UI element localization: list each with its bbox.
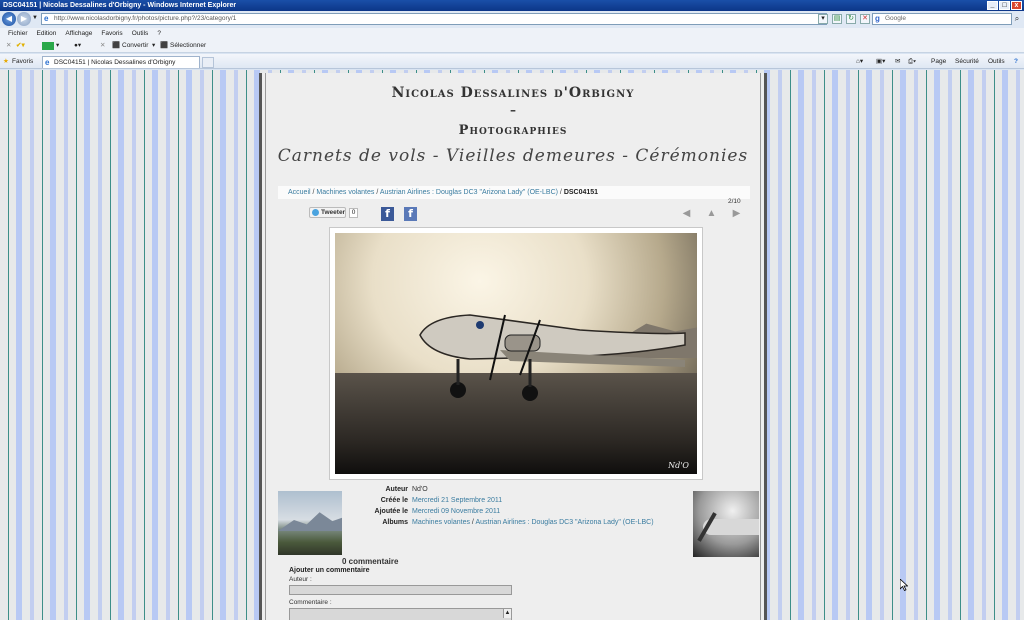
browser-tab[interactable]: e DSC04151 | Nicolas Dessalines d'Orbign… <box>42 56 200 68</box>
site-tagline: Carnets de vols - Vieilles demeures - Cé… <box>277 146 749 166</box>
content-panel: Nicolas Dessalines d'Orbigny – Photograp… <box>259 73 767 620</box>
author-field-label: Auteur : <box>289 576 312 583</box>
select-icon: ⬛ <box>160 42 169 49</box>
tab-title: DSC04151 | Nicolas Dessalines d'Orbigny <box>54 59 176 66</box>
albums-label: Albums <box>382 519 408 526</box>
close-toolbar-icon-2[interactable]: ✕ <box>100 39 105 53</box>
photo-signature: Nd'O <box>668 461 689 470</box>
plugin-icon[interactable]: ●▾ <box>74 39 81 53</box>
select-button[interactable]: Sélectionner <box>170 39 206 53</box>
page-viewport: Nicolas Dessalines d'Orbigny – Photograp… <box>0 70 1024 620</box>
comment-textarea[interactable]: ▲ <box>289 608 512 620</box>
next-photo-thumbnail[interactable] <box>693 491 759 557</box>
next-icon[interactable]: ▶ <box>731 208 742 219</box>
home-icon[interactable]: ⌂▾ <box>856 54 863 69</box>
album-link-1[interactable]: Machines volantes <box>412 519 470 526</box>
main-photo-frame: Nd'O <box>329 227 703 480</box>
stop-icon[interactable]: ✕ <box>860 14 870 24</box>
google-icon: g <box>875 14 880 23</box>
site-subtitle: Photographies <box>458 123 568 138</box>
close-button[interactable]: x <box>1011 1 1022 10</box>
image-counter: 2/10 <box>728 198 741 205</box>
search-icon[interactable]: ⌕ <box>1012 14 1022 24</box>
menu-affichage[interactable]: Affichage <box>65 28 92 39</box>
breadcrumb-current: DSC04151 <box>563 189 599 196</box>
tweet-button[interactable]: Tweeter <box>309 207 346 218</box>
breadcrumb-album[interactable]: Austrian Airlines : Douglas DC3 "Arizona… <box>380 189 558 196</box>
facebook-like-icon[interactable]: f <box>404 207 417 221</box>
scroll-up-arrow[interactable]: ▲ <box>503 609 511 618</box>
breadcrumb-category[interactable]: Machines volantes <box>316 189 374 196</box>
convert-button[interactable]: Convertir <box>122 39 148 53</box>
refresh-icon[interactable]: ↻ <box>846 14 856 24</box>
favorites-star-icon[interactable]: ★ <box>3 54 9 69</box>
author-label: Auteur <box>385 486 408 493</box>
site-title[interactable]: Nicolas Dessalines d'Orbigny <box>266 85 760 101</box>
forward-button[interactable]: ▶ <box>17 12 31 26</box>
address-bar[interactable]: e http://www.nicolasdorbigny.fr/photos/p… <box>41 13 827 25</box>
ie-page-icon: e <box>44 14 49 23</box>
author-input[interactable] <box>289 585 512 595</box>
search-input[interactable]: g Google <box>872 13 1012 25</box>
compat-view-icon[interactable]: ▤ <box>832 14 842 24</box>
previous-icon[interactable]: ◀ <box>681 208 692 219</box>
breadcrumb-home[interactable]: Accueil <box>288 189 311 196</box>
favorites-bar: ★ Favoris e DSC04151 | Nicolas Dessaline… <box>0 54 1024 69</box>
menu-favoris[interactable]: Favoris <box>101 28 122 39</box>
comment-field-label: Commentaire : <box>289 599 332 606</box>
mail-icon[interactable]: ✉ <box>895 54 900 69</box>
breadcrumb: Accueil / Machines volantes / Austrian A… <box>278 186 750 199</box>
created-label: Créée le <box>380 497 408 504</box>
previous-photo-thumbnail[interactable] <box>278 491 342 555</box>
created-date-link[interactable]: Mercredi 21 Septembre 2011 <box>412 497 502 504</box>
menu-edition[interactable]: Edition <box>37 28 57 39</box>
title-dash: – <box>510 103 516 117</box>
twitter-bird-icon <box>312 209 319 216</box>
add-comment-heading: Ajouter un commentaire <box>289 567 370 574</box>
minimize-button[interactable]: _ <box>987 1 998 10</box>
menu-help[interactable]: ? <box>157 28 161 39</box>
menu-bar: Fichier Edition Affichage Favoris Outils… <box>0 28 1024 39</box>
comment-count: 0 commentaire <box>342 557 399 566</box>
addon-dropdown-icon[interactable]: ▾ <box>56 39 59 53</box>
address-dropdown-button[interactable]: ▾ <box>818 14 828 24</box>
check-icon[interactable]: ✔▾ <box>16 39 25 53</box>
security-menu[interactable]: Sécurité <box>955 54 979 69</box>
command-bar: ✕ ✔▾ ▾ ●▾ ✕ ⬛ Convertir ▾ ⬛ Sélectionner <box>0 39 1024 53</box>
back-button[interactable]: ◀ <box>2 12 16 26</box>
menu-fichier[interactable]: Fichier <box>8 28 28 39</box>
maximize-button[interactable]: □ <box>999 1 1010 10</box>
help-icon[interactable]: ? <box>1014 54 1018 69</box>
address-url: http://www.nicolasdorbigny.fr/photos/pic… <box>54 15 237 22</box>
dc3-airplane-image <box>419 314 686 401</box>
address-toolbar: ◀ ▶ ▼ e http://www.nicolasdorbigny.fr/ph… <box>0 11 1024 28</box>
close-toolbar-icon[interactable]: ✕ <box>6 39 11 53</box>
page-menu[interactable]: Page <box>931 54 946 69</box>
print-icon[interactable]: ⎙▾ <box>908 54 916 69</box>
mouse-cursor-icon <box>900 579 908 591</box>
favorites-button[interactable]: Favoris <box>12 54 33 69</box>
added-date-link[interactable]: Mercredi 09 Novembre 2011 <box>412 508 500 515</box>
menu-outils[interactable]: Outils <box>132 28 149 39</box>
tools-menu[interactable]: Outils <box>988 54 1005 69</box>
feeds-icon[interactable]: ▣▾ <box>876 54 885 69</box>
addon-icon[interactable] <box>42 42 54 50</box>
convert-dropdown-icon[interactable]: ▾ <box>152 39 155 53</box>
up-icon[interactable]: ▲ <box>706 208 717 219</box>
tab-page-icon: e <box>45 58 50 67</box>
window-titlebar: DSC04151 | Nicolas Dessalines d'Orbigny … <box>0 0 1024 11</box>
tweet-count: 0 <box>349 208 358 218</box>
main-photo[interactable]: Nd'O <box>335 233 697 474</box>
album-link-2[interactable]: Austrian Airlines : Douglas DC3 "Arizona… <box>475 519 653 526</box>
photo-metadata: Auteur Nd'O Créée le Mercredi 21 Septemb… <box>362 484 654 528</box>
new-tab-button[interactable] <box>202 57 214 68</box>
facebook-share-icon[interactable]: f <box>381 207 394 221</box>
history-dropdown-icon[interactable]: ▼ <box>32 15 38 21</box>
author-value: Nd'O <box>412 486 428 493</box>
window-title: DSC04151 | Nicolas Dessalines d'Orbigny … <box>3 2 237 9</box>
added-label: Ajoutée le <box>374 508 408 515</box>
convert-icon: ⬛ <box>112 42 121 49</box>
